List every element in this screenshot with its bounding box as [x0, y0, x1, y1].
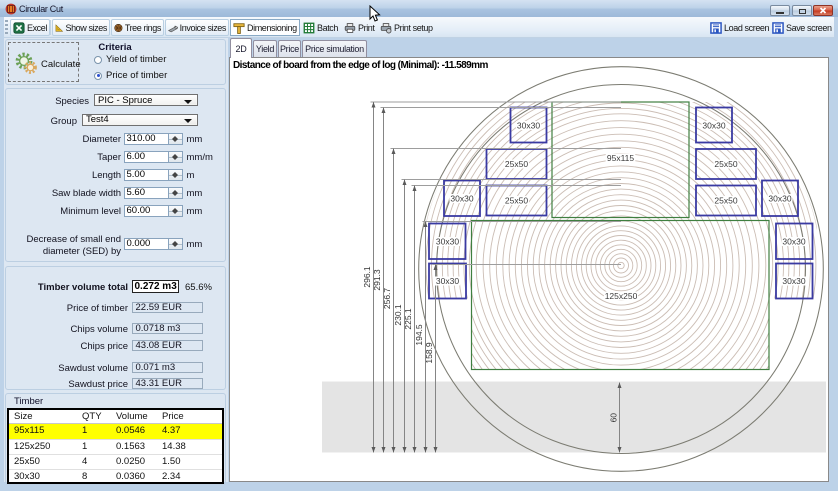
- svg-text:30x30: 30x30: [436, 276, 459, 286]
- svg-text:25x50: 25x50: [505, 159, 528, 169]
- svg-text:25x50: 25x50: [505, 196, 528, 206]
- svg-text:60: 60: [609, 413, 619, 423]
- svg-text:30x30: 30x30: [436, 237, 459, 247]
- svg-text:296.1: 296.1: [362, 266, 372, 288]
- svg-text:30x30: 30x30: [450, 194, 473, 204]
- svg-text:256.7: 256.7: [382, 288, 392, 310]
- svg-text:25x50: 25x50: [714, 196, 737, 206]
- svg-text:30x30: 30x30: [782, 276, 805, 286]
- svg-text:225.1: 225.1: [403, 308, 413, 330]
- svg-text:230.1: 230.1: [393, 304, 403, 326]
- svg-text:30x30: 30x30: [517, 121, 540, 131]
- svg-text:30x30: 30x30: [768, 194, 791, 204]
- svg-text:25x50: 25x50: [714, 159, 737, 169]
- svg-text:125x250: 125x250: [605, 291, 638, 301]
- svg-text:30x30: 30x30: [702, 121, 725, 131]
- svg-text:30x30: 30x30: [782, 237, 805, 247]
- svg-text:291.3: 291.3: [372, 269, 382, 291]
- svg-text:95x115: 95x115: [607, 153, 635, 163]
- svg-text:194.5: 194.5: [414, 324, 424, 346]
- svg-text:158.9: 158.9: [424, 342, 434, 364]
